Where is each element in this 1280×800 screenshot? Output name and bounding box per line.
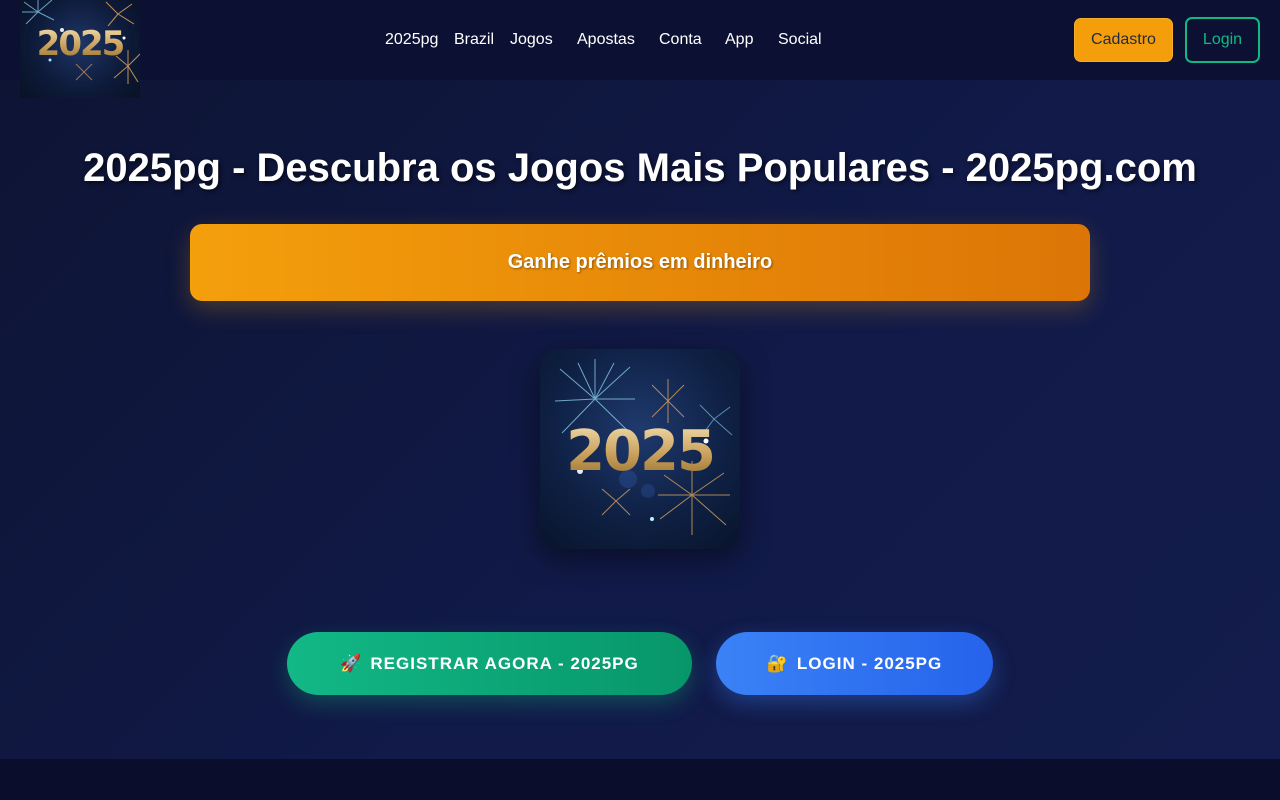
- image-2025-text: 2025: [540, 419, 740, 484]
- nav-item-jogos[interactable]: Jogos: [510, 29, 553, 51]
- nav-item-app[interactable]: App: [725, 29, 753, 51]
- login-main-button[interactable]: 🔐 LOGIN - 2025PG: [716, 632, 993, 695]
- page-title: 2025pg - Descubra os Jogos Mais Populare…: [83, 146, 1197, 190]
- hero-2025-image: 2025: [540, 349, 740, 549]
- nav-item-apostas[interactable]: Apostas: [577, 29, 635, 51]
- site-logo[interactable]: 2025: [20, 0, 140, 98]
- nav-item-brazil[interactable]: Brazil: [454, 29, 494, 51]
- lock-key-icon: 🔐: [766, 654, 789, 674]
- login-main-label: LOGIN - 2025PG: [796, 654, 943, 673]
- rocket-icon: 🚀: [340, 654, 363, 674]
- footer-strip: [0, 759, 1280, 800]
- nav-item-conta[interactable]: Conta: [659, 29, 702, 51]
- register-now-label: REGISTRAR AGORA - 2025PG: [370, 654, 639, 673]
- promo-banner[interactable]: Ganhe prêmios em dinheiro: [190, 224, 1090, 301]
- site-header: 2025 2025pg Brazil Jogos Apostas Conta A…: [0, 0, 1280, 98]
- login-button[interactable]: Login: [1185, 17, 1260, 63]
- register-now-button[interactable]: 🚀 REGISTRAR AGORA - 2025PG: [287, 632, 692, 695]
- logo-2025-text: 2025: [20, 24, 140, 64]
- nav-item-2025pg[interactable]: 2025pg: [385, 29, 438, 51]
- nav-item-social[interactable]: Social: [778, 29, 822, 51]
- cadastro-button[interactable]: Cadastro: [1074, 18, 1173, 62]
